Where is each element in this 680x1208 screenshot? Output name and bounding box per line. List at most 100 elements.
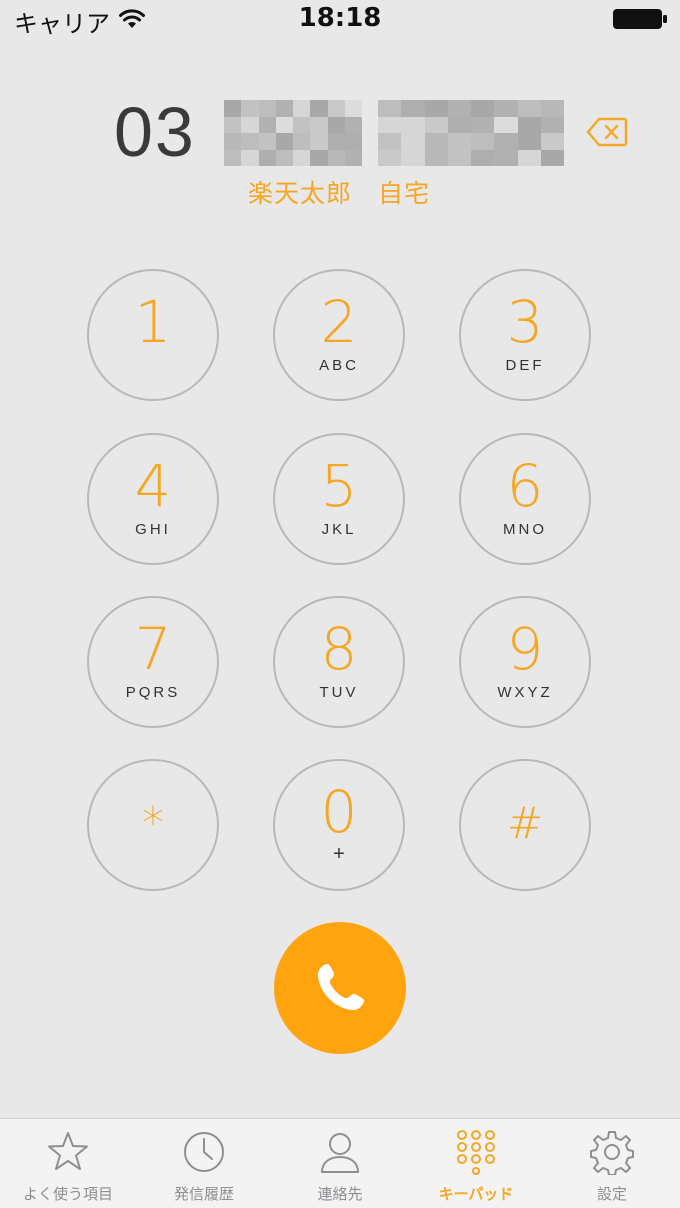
- mosaic-cell: [494, 116, 518, 133]
- mosaic-cell: [378, 133, 402, 150]
- tab-keypad[interactable]: キーパッド: [408, 1119, 544, 1208]
- mosaic-cell: [293, 100, 311, 117]
- key-digit: 0: [320, 778, 358, 846]
- mosaic-cell: [258, 133, 276, 150]
- key-6[interactable]: 6 MNO: [459, 433, 591, 565]
- masked-digits-1: [224, 100, 362, 166]
- mosaic-cell: [447, 133, 471, 150]
- mosaic-cell: [327, 149, 345, 166]
- mosaic-cell: [424, 133, 448, 150]
- mosaic-cell: [344, 149, 362, 166]
- mosaic-cell: [275, 100, 293, 117]
- mosaic-cell: [258, 116, 276, 133]
- mosaic-cell: [447, 100, 471, 117]
- mosaic-cell: [471, 116, 495, 133]
- key-letters: JKL: [321, 521, 357, 538]
- key-1[interactable]: 1: [87, 269, 219, 401]
- tab-favorites[interactable]: よく使う項目: [0, 1119, 136, 1208]
- key-0[interactable]: 0 +: [273, 759, 405, 891]
- status-bar: キャリア 18:18: [0, 0, 680, 40]
- mosaic-cell: [275, 116, 293, 133]
- person-icon: [321, 1133, 359, 1173]
- tab-label: 設定: [596, 1185, 627, 1203]
- mosaic-cell: [424, 116, 448, 133]
- mosaic-cell: [258, 149, 276, 166]
- mosaic-cell: [540, 100, 564, 117]
- key-digit: 8: [320, 615, 358, 683]
- key-8[interactable]: 8 TUV: [273, 596, 405, 728]
- mosaic-cell: [241, 116, 259, 133]
- mosaic-cell: [378, 116, 402, 133]
- mosaic-cell: [293, 116, 311, 133]
- key-digit: 2: [320, 288, 358, 356]
- tab-recents[interactable]: 発信履歴: [136, 1119, 272, 1208]
- mosaic-cell: [327, 100, 345, 117]
- clock-icon: [184, 1132, 224, 1172]
- mosaic-cell: [344, 133, 362, 150]
- status-time: 18:18: [298, 3, 382, 33]
- tab-label: よく使う項目: [22, 1185, 113, 1203]
- key-5[interactable]: 5 JKL: [273, 433, 405, 565]
- phone-handset-icon: [318, 964, 364, 1010]
- key-letters: WXYZ: [497, 684, 553, 701]
- mosaic-cell: [224, 149, 242, 166]
- mosaic-cell: [275, 149, 293, 166]
- mosaic-cell: [241, 100, 259, 117]
- mosaic-cell: [310, 100, 328, 117]
- key-star[interactable]: *: [87, 759, 219, 891]
- masked-digits-2: [378, 100, 564, 166]
- mosaic-cell: [258, 100, 276, 117]
- key-2[interactable]: 2 ABC: [273, 269, 405, 401]
- mosaic-cell: [293, 133, 311, 150]
- battery-full-icon: [613, 9, 667, 29]
- dialed-number-prefix: 03: [114, 93, 196, 171]
- tab-bar: よく使う項目 発信履歴 連絡先 キーパッド 設定: [0, 1118, 680, 1208]
- key-digit: 9: [506, 615, 544, 683]
- tab-contacts[interactable]: 連絡先: [272, 1119, 408, 1208]
- mosaic-cell: [517, 100, 541, 117]
- key-hash[interactable]: #: [459, 759, 591, 891]
- mosaic-cell: [517, 149, 541, 166]
- call-button[interactable]: [274, 922, 406, 1054]
- mosaic-cell: [471, 100, 495, 117]
- key-3[interactable]: 3 DEF: [459, 269, 591, 401]
- key-letters: ABC: [319, 357, 359, 374]
- tab-label: 連絡先: [317, 1185, 363, 1203]
- key-digit: #: [506, 798, 544, 849]
- mosaic-cell: [224, 100, 242, 117]
- mosaic-cell: [378, 100, 402, 117]
- tab-label: 発信履歴: [173, 1185, 234, 1203]
- mosaic-cell: [494, 100, 518, 117]
- mosaic-cell: [471, 149, 495, 166]
- mosaic-cell: [540, 149, 564, 166]
- number-display: 03: [0, 90, 680, 180]
- mosaic-cell: [275, 133, 293, 150]
- key-digit: 4: [134, 452, 172, 520]
- delete-backspace-icon[interactable]: [586, 116, 628, 148]
- mosaic-cell: [310, 116, 328, 133]
- mosaic-cell: [401, 149, 425, 166]
- key-letters: MNO: [503, 521, 547, 538]
- key-9[interactable]: 9 WXYZ: [459, 596, 591, 728]
- key-4[interactable]: 4 GHI: [87, 433, 219, 565]
- key-letters: GHI: [135, 521, 171, 538]
- mosaic-cell: [327, 133, 345, 150]
- mosaic-cell: [401, 133, 425, 150]
- mosaic-cell: [224, 116, 242, 133]
- key-letters: PQRS: [125, 684, 181, 701]
- tab-label: キーパッド: [438, 1185, 514, 1203]
- mosaic-cell: [447, 116, 471, 133]
- mosaic-cell: [494, 133, 518, 150]
- key-7[interactable]: 7 PQRS: [87, 596, 219, 728]
- mosaic-cell: [471, 133, 495, 150]
- mosaic-cell: [517, 133, 541, 150]
- mosaic-cell: [540, 133, 564, 150]
- key-digit: 6: [506, 452, 544, 520]
- mosaic-cell: [224, 133, 242, 150]
- star-icon: [48, 1132, 88, 1170]
- mosaic-cell: [378, 149, 402, 166]
- mosaic-cell: [401, 100, 425, 117]
- tab-settings[interactable]: 設定: [544, 1119, 680, 1208]
- mosaic-cell: [241, 133, 259, 150]
- mosaic-cell: [344, 116, 362, 133]
